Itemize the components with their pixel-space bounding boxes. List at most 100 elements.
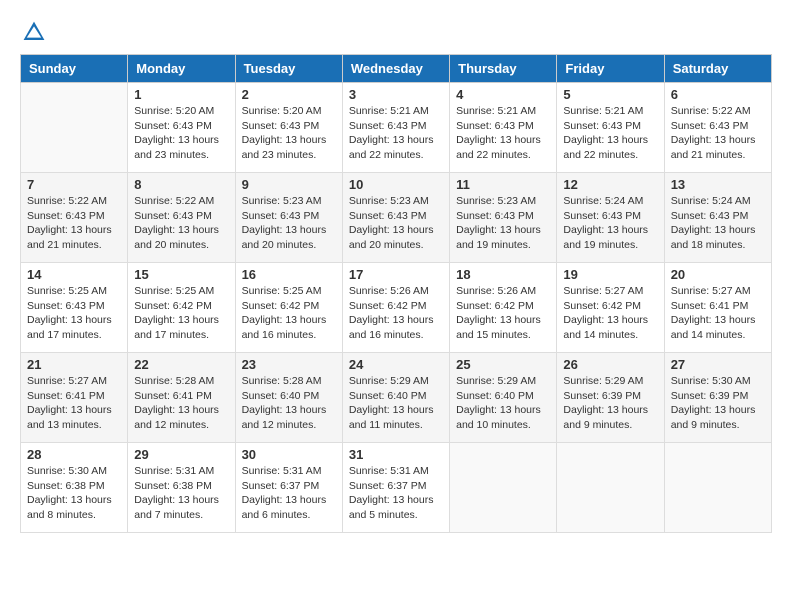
day-number: 23 — [242, 357, 336, 372]
calendar-header-wednesday: Wednesday — [342, 55, 449, 83]
calendar-cell: 26 Sunrise: 5:29 AMSunset: 6:39 PMDayligh… — [557, 353, 664, 443]
day-info: Sunrise: 5:28 AMSunset: 6:40 PMDaylight:… — [242, 374, 336, 433]
day-info: Sunrise: 5:26 AMSunset: 6:42 PMDaylight:… — [349, 284, 443, 343]
day-info: Sunrise: 5:21 AMSunset: 6:43 PMDaylight:… — [349, 104, 443, 163]
day-number: 17 — [349, 267, 443, 282]
day-info: Sunrise: 5:25 AMSunset: 6:42 PMDaylight:… — [242, 284, 336, 343]
day-number: 21 — [27, 357, 121, 372]
day-number: 7 — [27, 177, 121, 192]
day-info: Sunrise: 5:23 AMSunset: 6:43 PMDaylight:… — [349, 194, 443, 253]
day-info: Sunrise: 5:27 AMSunset: 6:42 PMDaylight:… — [563, 284, 657, 343]
day-number: 25 — [456, 357, 550, 372]
calendar-cell: 31Sunrise: 5:31 AMSunset: 6:37 PMDayligh… — [342, 443, 449, 533]
day-number: 2 — [242, 87, 336, 102]
day-info: Sunrise: 5:24 AMSunset: 6:43 PMDaylight:… — [671, 194, 765, 253]
day-info: Sunrise: 5:30 AMSunset: 6:38 PMDaylight:… — [27, 464, 121, 523]
day-number: 28 — [27, 447, 121, 462]
day-number: 27 — [671, 357, 765, 372]
calendar-cell: 27 Sunrise: 5:30 AMSunset: 6:39 PMDayligh… — [664, 353, 771, 443]
day-number: 24 — [349, 357, 443, 372]
calendar-cell: 17 Sunrise: 5:26 AMSunset: 6:42 PMDayligh… — [342, 263, 449, 353]
calendar-cell: 16 Sunrise: 5:25 AMSunset: 6:42 PMDayligh… — [235, 263, 342, 353]
calendar-header-sunday: Sunday — [21, 55, 128, 83]
day-number: 22 — [134, 357, 228, 372]
day-info: Sunrise: 5:25 AMSunset: 6:43 PMDaylight:… — [27, 284, 121, 343]
day-number: 15 — [134, 267, 228, 282]
calendar-header-monday: Monday — [128, 55, 235, 83]
calendar-cell — [557, 443, 664, 533]
day-info: Sunrise: 5:20 AMSunset: 6:43 PMDaylight:… — [242, 104, 336, 163]
calendar-cell: 9 Sunrise: 5:23 AMSunset: 6:43 PMDaylight… — [235, 173, 342, 263]
day-number: 4 — [456, 87, 550, 102]
calendar-week-row: 14 Sunrise: 5:25 AMSunset: 6:43 PMDayligh… — [21, 263, 772, 353]
day-info: Sunrise: 5:21 AMSunset: 6:43 PMDaylight:… — [563, 104, 657, 163]
day-info: Sunrise: 5:24 AMSunset: 6:43 PMDaylight:… — [563, 194, 657, 253]
day-info: Sunrise: 5:25 AMSunset: 6:42 PMDaylight:… — [134, 284, 228, 343]
calendar-cell: 14 Sunrise: 5:25 AMSunset: 6:43 PMDayligh… — [21, 263, 128, 353]
day-info: Sunrise: 5:29 AMSunset: 6:39 PMDaylight:… — [563, 374, 657, 433]
day-info: Sunrise: 5:22 AMSunset: 6:43 PMDaylight:… — [671, 104, 765, 163]
calendar-cell: 3 Sunrise: 5:21 AMSunset: 6:43 PMDaylight… — [342, 83, 449, 173]
calendar-cell — [664, 443, 771, 533]
calendar-cell: 11 Sunrise: 5:23 AMSunset: 6:43 PMDayligh… — [450, 173, 557, 263]
calendar-cell: 25 Sunrise: 5:29 AMSunset: 6:40 PMDayligh… — [450, 353, 557, 443]
day-number: 11 — [456, 177, 550, 192]
calendar-header-row: SundayMondayTuesdayWednesdayThursdayFrid… — [21, 55, 772, 83]
day-info: Sunrise: 5:30 AMSunset: 6:39 PMDaylight:… — [671, 374, 765, 433]
day-number: 5 — [563, 87, 657, 102]
calendar-week-row: 21 Sunrise: 5:27 AMSunset: 6:41 PMDayligh… — [21, 353, 772, 443]
calendar-week-row: 28 Sunrise: 5:30 AMSunset: 6:38 PMDayligh… — [21, 443, 772, 533]
calendar-cell: 18 Sunrise: 5:26 AMSunset: 6:42 PMDayligh… — [450, 263, 557, 353]
calendar-cell: 13 Sunrise: 5:24 AMSunset: 6:43 PMDayligh… — [664, 173, 771, 263]
day-info: Sunrise: 5:31 AMSunset: 6:38 PMDaylight:… — [134, 464, 228, 523]
calendar-cell: 24 Sunrise: 5:29 AMSunset: 6:40 PMDayligh… — [342, 353, 449, 443]
day-number: 18 — [456, 267, 550, 282]
calendar-cell: 8Sunrise: 5:22 AMSunset: 6:43 PMDaylight… — [128, 173, 235, 263]
day-info: Sunrise: 5:31 AMSunset: 6:37 PMDaylight:… — [349, 464, 443, 523]
logo-icon — [22, 20, 46, 44]
day-info: Sunrise: 5:23 AMSunset: 6:43 PMDaylight:… — [242, 194, 336, 253]
calendar-cell — [450, 443, 557, 533]
calendar-cell — [21, 83, 128, 173]
day-info: Sunrise: 5:27 AMSunset: 6:41 PMDaylight:… — [27, 374, 121, 433]
calendar-cell: 4 Sunrise: 5:21 AMSunset: 6:43 PMDaylight… — [450, 83, 557, 173]
calendar-cell: 29 Sunrise: 5:31 AMSunset: 6:38 PMDayligh… — [128, 443, 235, 533]
day-info: Sunrise: 5:27 AMSunset: 6:41 PMDaylight:… — [671, 284, 765, 343]
day-info: Sunrise: 5:29 AMSunset: 6:40 PMDaylight:… — [349, 374, 443, 433]
day-number: 26 — [563, 357, 657, 372]
calendar-header-thursday: Thursday — [450, 55, 557, 83]
calendar-cell: 15 Sunrise: 5:25 AMSunset: 6:42 PMDayligh… — [128, 263, 235, 353]
calendar-cell: 7 Sunrise: 5:22 AMSunset: 6:43 PMDaylight… — [21, 173, 128, 263]
calendar-week-row: 1Sunrise: 5:20 AMSunset: 6:43 PMDaylight… — [21, 83, 772, 173]
calendar-cell: 22Sunrise: 5:28 AMSunset: 6:41 PMDayligh… — [128, 353, 235, 443]
calendar-cell: 21 Sunrise: 5:27 AMSunset: 6:41 PMDayligh… — [21, 353, 128, 443]
day-number: 29 — [134, 447, 228, 462]
day-number: 3 — [349, 87, 443, 102]
calendar-header-saturday: Saturday — [664, 55, 771, 83]
day-number: 8 — [134, 177, 228, 192]
day-number: 9 — [242, 177, 336, 192]
logo — [20, 20, 50, 44]
day-number: 13 — [671, 177, 765, 192]
day-number: 19 — [563, 267, 657, 282]
day-number: 6 — [671, 87, 765, 102]
calendar-table: SundayMondayTuesdayWednesdayThursdayFrid… — [20, 54, 772, 533]
day-info: Sunrise: 5:22 AMSunset: 6:43 PMDaylight:… — [27, 194, 121, 253]
calendar-cell: 28 Sunrise: 5:30 AMSunset: 6:38 PMDayligh… — [21, 443, 128, 533]
day-number: 14 — [27, 267, 121, 282]
day-info: Sunrise: 5:29 AMSunset: 6:40 PMDaylight:… — [456, 374, 550, 433]
calendar-cell: 2 Sunrise: 5:20 AMSunset: 6:43 PMDaylight… — [235, 83, 342, 173]
calendar-cell: 1Sunrise: 5:20 AMSunset: 6:43 PMDaylight… — [128, 83, 235, 173]
day-info: Sunrise: 5:23 AMSunset: 6:43 PMDaylight:… — [456, 194, 550, 253]
day-number: 30 — [242, 447, 336, 462]
day-info: Sunrise: 5:21 AMSunset: 6:43 PMDaylight:… — [456, 104, 550, 163]
calendar-cell: 23 Sunrise: 5:28 AMSunset: 6:40 PMDayligh… — [235, 353, 342, 443]
day-number: 20 — [671, 267, 765, 282]
day-info: Sunrise: 5:26 AMSunset: 6:42 PMDaylight:… — [456, 284, 550, 343]
calendar-cell: 6 Sunrise: 5:22 AMSunset: 6:43 PMDaylight… — [664, 83, 771, 173]
calendar-header-tuesday: Tuesday — [235, 55, 342, 83]
day-number: 16 — [242, 267, 336, 282]
day-number: 10 — [349, 177, 443, 192]
calendar-cell: 20 Sunrise: 5:27 AMSunset: 6:41 PMDayligh… — [664, 263, 771, 353]
calendar-cell: 5 Sunrise: 5:21 AMSunset: 6:43 PMDaylight… — [557, 83, 664, 173]
